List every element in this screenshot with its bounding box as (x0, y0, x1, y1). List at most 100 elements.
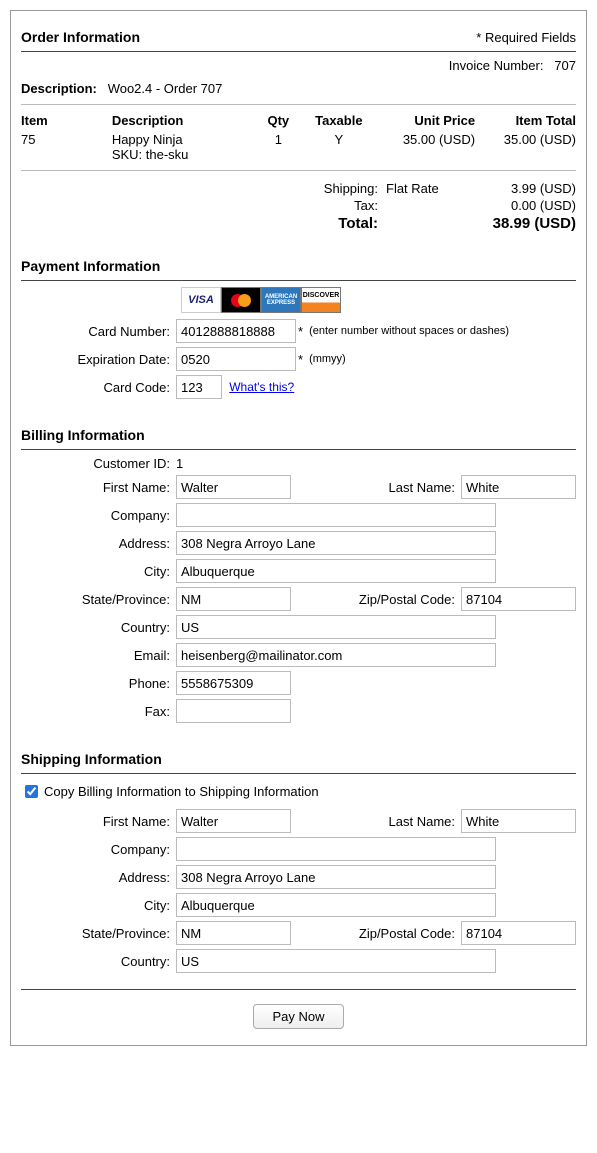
billing-zip-input[interactable] (461, 587, 576, 611)
billing-city-input[interactable] (176, 559, 496, 583)
expiration-label: Expiration Date: (21, 352, 176, 367)
first-name-label: First Name: (21, 814, 176, 829)
tax-value: 0.00 (USD) (476, 198, 576, 213)
visa-icon: VISA (181, 287, 221, 313)
last-name-label: Last Name: (291, 814, 461, 829)
tax-mid (386, 198, 476, 213)
shipping-address-input[interactable] (176, 865, 496, 889)
billing-city-row: City: (21, 559, 576, 583)
sku-value: the-sku (146, 147, 189, 162)
country-label: Country: (21, 620, 176, 635)
copy-billing-checkbox[interactable] (25, 785, 38, 798)
shipping-info-title: Shipping Information (21, 751, 162, 767)
shipping-method: Flat Rate (386, 181, 476, 196)
customer-id-value: 1 (176, 456, 183, 471)
billing-fax-input[interactable] (176, 699, 291, 723)
description-row: Description: Woo2.4 - Order 707 (21, 81, 576, 96)
shipping-first-name-input[interactable] (176, 809, 291, 833)
billing-phone-input[interactable] (176, 671, 291, 695)
state-label: State/Province: (21, 592, 176, 607)
shipping-last-name-input[interactable] (461, 809, 576, 833)
shipping-city-input[interactable] (176, 893, 496, 917)
country-label: Country: (21, 954, 176, 969)
billing-state-zip-row: State/Province: Zip/Postal Code: (21, 587, 576, 611)
col-item: Item (21, 111, 112, 130)
payment-info-header: Payment Information (21, 258, 576, 274)
total-row: Total: 38.99 (USD) (21, 215, 576, 232)
billing-state-input[interactable] (176, 587, 291, 611)
order-info-header: Order Information * Required Fields (21, 29, 576, 45)
billing-country-row: Country: (21, 615, 576, 639)
total-label: Total: (288, 215, 378, 232)
card-code-row: Card Code: What's this? (21, 375, 576, 399)
col-qty: Qty (253, 111, 303, 130)
divider (21, 280, 576, 281)
city-label: City: (21, 564, 176, 579)
shipping-name-row: First Name: Last Name: (21, 809, 576, 833)
city-label: City: (21, 898, 176, 913)
tax-row: Tax: 0.00 (USD) (21, 198, 576, 213)
shipping-state-input[interactable] (176, 921, 291, 945)
divider (21, 773, 576, 774)
divider (21, 104, 576, 105)
invoice-row: Invoice Number: 707 (21, 58, 576, 73)
billing-info-header: Billing Information (21, 427, 576, 443)
billing-email-input[interactable] (176, 643, 496, 667)
billing-company-row: Company: (21, 503, 576, 527)
card-code-input[interactable] (176, 375, 222, 399)
shipping-row: Shipping: Flat Rate 3.99 (USD) (21, 181, 576, 196)
shipping-company-input[interactable] (176, 837, 496, 861)
table-row: 75 Happy Ninja SKU: the-sku 1 Y 35.00 (U… (21, 130, 576, 164)
divider (21, 449, 576, 450)
totals-block: Shipping: Flat Rate 3.99 (USD) Tax: 0.00… (21, 181, 576, 232)
invoice-label: Invoice Number: (449, 58, 544, 73)
copy-billing-row: Copy Billing Information to Shipping Inf… (21, 782, 576, 801)
total-mid (386, 215, 476, 232)
billing-email-row: Email: (21, 643, 576, 667)
item-desc: Happy Ninja (112, 132, 253, 147)
divider (21, 989, 576, 990)
col-taxable: Taxable (304, 111, 375, 130)
billing-company-input[interactable] (176, 503, 496, 527)
shipping-city-row: City: (21, 893, 576, 917)
cell-item-total: 35.00 (USD) (475, 130, 576, 164)
billing-fax-row: Fax: (21, 699, 576, 723)
card-code-label: Card Code: (21, 380, 176, 395)
copy-billing-label: Copy Billing Information to Shipping Inf… (44, 784, 319, 799)
payment-info-title: Payment Information (21, 258, 160, 274)
customer-id-row: Customer ID: 1 (21, 456, 576, 471)
card-number-input[interactable] (176, 319, 296, 343)
card-number-hint: (enter number without spaces or dashes) (309, 325, 509, 337)
expiration-hint: (mmyy) (309, 353, 346, 365)
description-label: Description: (21, 81, 97, 96)
billing-last-name-input[interactable] (461, 475, 576, 499)
state-label: State/Province: (21, 926, 176, 941)
required-fields-label: * Required Fields (476, 30, 576, 45)
company-label: Company: (21, 508, 176, 523)
phone-label: Phone: (21, 676, 176, 691)
col-item-total: Item Total (475, 111, 576, 130)
cell-taxable: Y (304, 130, 375, 164)
invoice-number: 707 (554, 58, 576, 73)
col-desc: Description (112, 111, 253, 130)
tax-label: Tax: (288, 198, 378, 213)
billing-first-name-input[interactable] (176, 475, 291, 499)
card-number-label: Card Number: (21, 324, 176, 339)
description-value: Woo2.4 - Order 707 (108, 81, 223, 96)
shipping-zip-input[interactable] (461, 921, 576, 945)
col-unit-price: Unit Price (374, 111, 475, 130)
card-logos: VISA AMERICANEXPRESS DISCOVER (181, 287, 576, 313)
pay-now-button[interactable]: Pay Now (253, 1004, 343, 1029)
shipping-state-zip-row: State/Province: Zip/Postal Code: (21, 921, 576, 945)
whats-this-link[interactable]: What's this? (229, 380, 294, 394)
shipping-value: 3.99 (USD) (476, 181, 576, 196)
expiration-input[interactable] (176, 347, 296, 371)
shipping-address-row: Address: (21, 865, 576, 889)
billing-address-input[interactable] (176, 531, 496, 555)
total-value: 38.99 (USD) (476, 215, 576, 232)
required-star: * (298, 352, 303, 367)
billing-country-input[interactable] (176, 615, 496, 639)
shipping-country-input[interactable] (176, 949, 496, 973)
customer-id-label: Customer ID: (21, 456, 176, 471)
order-info-title: Order Information (21, 29, 140, 45)
